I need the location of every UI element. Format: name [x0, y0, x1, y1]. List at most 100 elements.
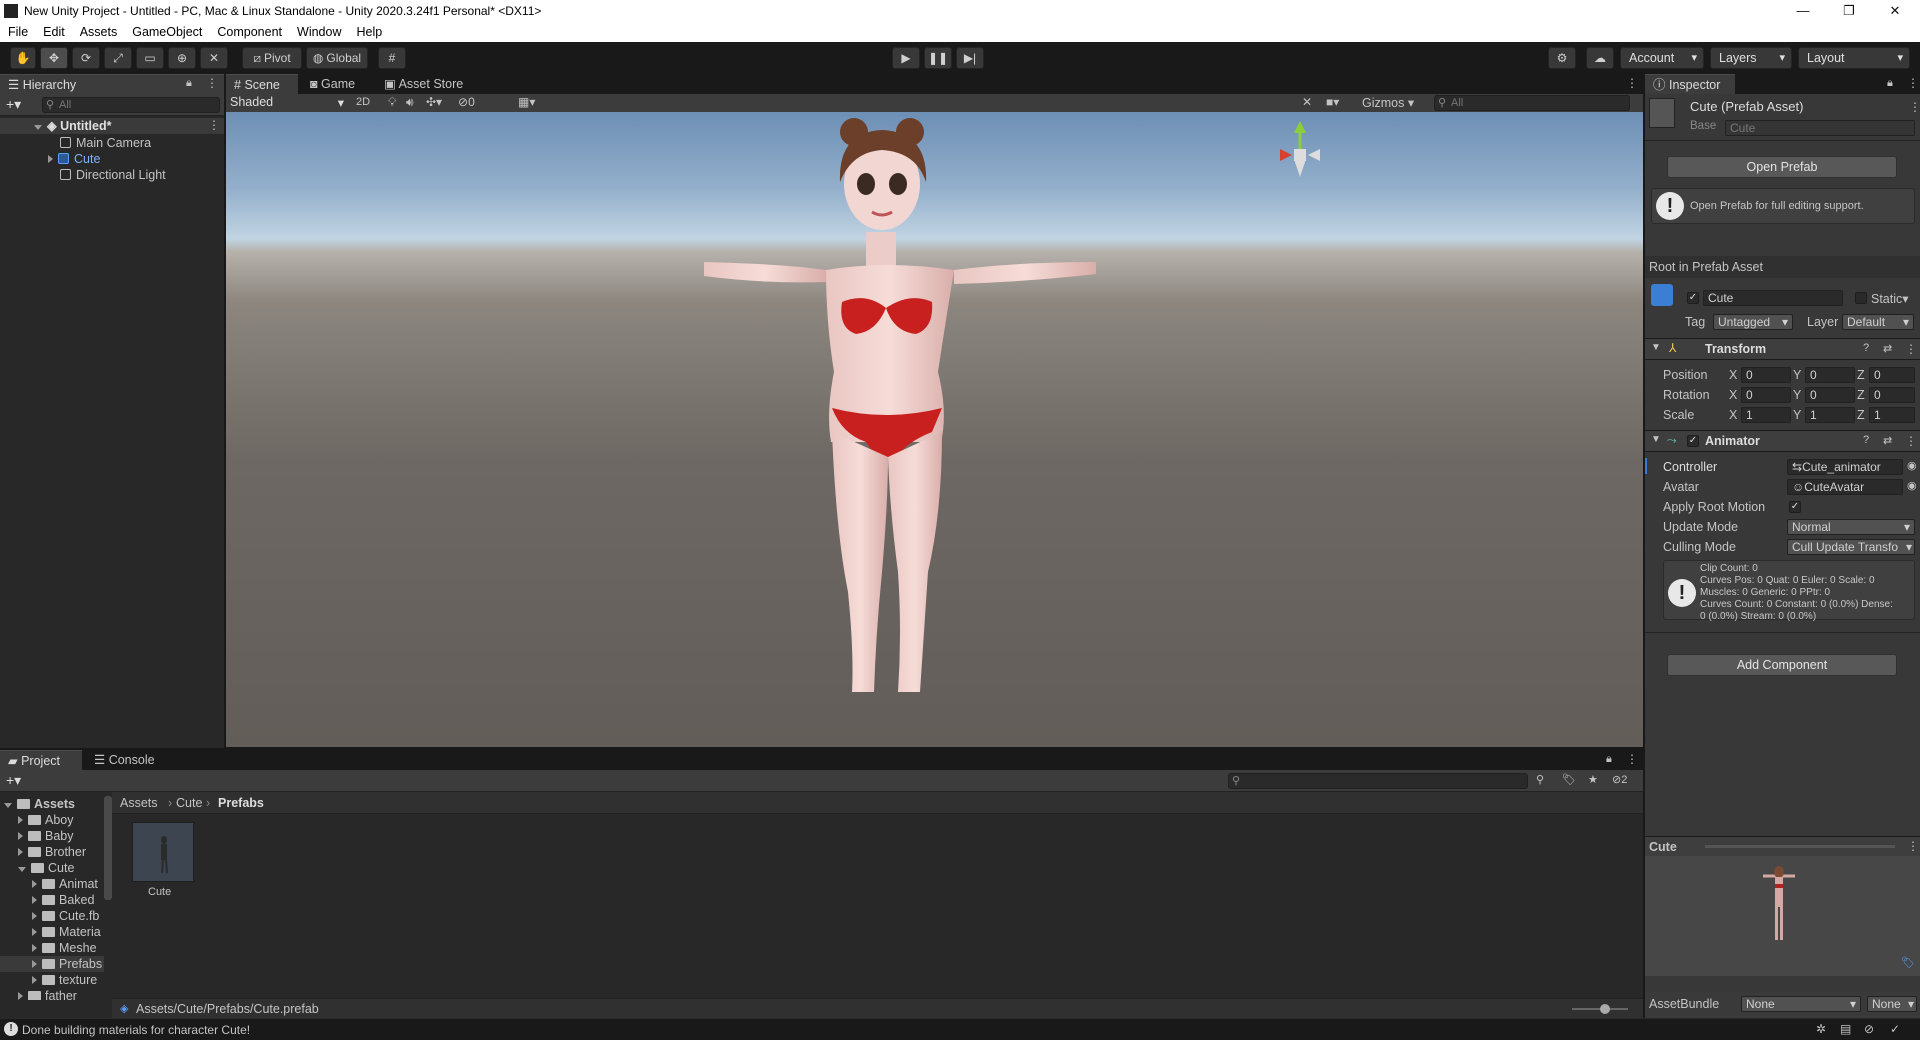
menu-component[interactable]: Component: [209, 22, 289, 39]
global-toggle[interactable]: ◍ Global: [306, 47, 368, 69]
culling-mode-dropdown[interactable]: Cull Update Transfo ▾: [1787, 539, 1915, 555]
expand-icon[interactable]: [4, 803, 12, 808]
camera-icon[interactable]: ■▾: [1326, 95, 1339, 109]
expand-icon[interactable]: [18, 867, 26, 872]
expand-icon[interactable]: [32, 880, 37, 888]
rotate-tool-icon[interactable]: ⟳: [72, 47, 100, 69]
menu-assets[interactable]: Assets: [72, 22, 125, 39]
tag-dropdown[interactable]: Untagged ▾: [1713, 314, 1793, 330]
lighting-icon[interactable]: 💡︎: [388, 95, 396, 110]
tab-inspector[interactable]: ⓘ Inspector: [1645, 74, 1735, 94]
help-icon[interactable]: ?: [1863, 342, 1869, 354]
preview-header[interactable]: Cute ⋮: [1645, 836, 1920, 856]
tab-game[interactable]: ◙ Game: [302, 74, 372, 94]
draw-mode-dropdown[interactable]: Shaded ▾: [230, 95, 346, 111]
transform-tool-icon[interactable]: ⊕: [168, 47, 196, 69]
project-folder-texture[interactable]: texture: [32, 972, 104, 988]
hierarchy-item-directional-light[interactable]: Directional Light: [60, 167, 166, 183]
project-folder-prefabs[interactable]: Prefabs: [0, 956, 104, 972]
static-dropdown[interactable]: Static▾: [1871, 291, 1909, 306]
layout-dropdown[interactable]: Layout: [1798, 47, 1910, 69]
search-by-type-icon[interactable]: ⚲: [1536, 773, 1544, 786]
name-field[interactable]: Cute: [1703, 290, 1843, 306]
hidden-packages-icon[interactable]: ⊘2: [1612, 773, 1627, 786]
scale-x-field[interactable]: 1: [1741, 407, 1791, 423]
project-folder-assets[interactable]: Assets: [4, 796, 104, 812]
object-picker-icon[interactable]: ◉: [1907, 459, 1917, 472]
expand-icon[interactable]: [18, 832, 23, 840]
project-folder-cute[interactable]: Cute: [18, 860, 104, 876]
hierarchy-search-input[interactable]: All: [42, 97, 220, 113]
collab-icon[interactable]: ⚙: [1548, 47, 1576, 69]
menu-file[interactable]: File: [0, 22, 35, 39]
position-y-field[interactable]: 0: [1805, 367, 1855, 383]
breadcrumb-prefabs[interactable]: Prefabs: [218, 796, 264, 810]
asset-menu-icon[interactable]: ⋮: [1909, 100, 1920, 114]
play-button[interactable]: ▶: [892, 47, 920, 69]
lock-icon[interactable]: 🔒︎: [1606, 753, 1612, 766]
tools-icon[interactable]: ✕: [1302, 95, 1312, 109]
animator-header[interactable]: ▼ ⤳ ✓ Animator ? ⇄ ⋮: [1645, 430, 1920, 452]
project-folder-materia[interactable]: Materia: [32, 924, 104, 940]
project-folder-meshe[interactable]: Meshe: [32, 940, 104, 956]
transform-header[interactable]: ▼ ⅄ Transform ? ⇄ ⋮: [1645, 338, 1920, 360]
minimize-button[interactable]: —: [1780, 0, 1826, 22]
scene-row[interactable]: ◈ Untitled* ⋮: [0, 118, 224, 134]
collab-status-icon[interactable]: ✓: [1890, 1022, 1900, 1036]
apply-root-motion-checkbox[interactable]: ✓: [1789, 501, 1801, 513]
scale-tool-icon[interactable]: ⤢: [104, 47, 132, 69]
preview-menu-icon[interactable]: ⋮: [1907, 839, 1919, 853]
restore-button[interactable]: ❐: [1826, 0, 1872, 22]
close-button[interactable]: ✕: [1872, 0, 1918, 22]
controller-field[interactable]: ⇆Cute_animator: [1787, 459, 1903, 475]
lock-icon[interactable]: 🔒︎: [1887, 77, 1893, 90]
label-tag-icon[interactable]: 🏷︎: [1901, 956, 1915, 969]
rotation-y-field[interactable]: 0: [1805, 387, 1855, 403]
scene-orientation-gizmo[interactable]: [1280, 121, 1320, 177]
help-icon[interactable]: ?: [1863, 434, 1869, 446]
hierarchy-item-cute[interactable]: Cute: [48, 151, 100, 167]
component-menu-icon[interactable]: ⋮: [1905, 434, 1917, 448]
position-z-field[interactable]: 0: [1869, 367, 1915, 383]
breadcrumb-cute[interactable]: Cute: [176, 796, 202, 810]
scene-viewport[interactable]: [226, 112, 1643, 747]
status-message[interactable]: Done building materials for character Cu…: [22, 1023, 250, 1037]
layers-dropdown[interactable]: Layers: [1710, 47, 1792, 69]
grid-snap-icon[interactable]: #: [378, 47, 406, 69]
object-picker-icon[interactable]: ◉: [1907, 479, 1917, 492]
custom-tool-icon[interactable]: ✕: [200, 47, 228, 69]
create-plus-icon[interactable]: +▾: [6, 772, 21, 789]
project-folder-aboy[interactable]: Aboy: [18, 812, 104, 828]
menu-help[interactable]: Help: [348, 22, 389, 39]
menu-gameobject[interactable]: GameObject: [124, 22, 209, 39]
progress-icon[interactable]: ▤: [1840, 1022, 1851, 1036]
step-button[interactable]: ▶|: [956, 47, 984, 69]
rotation-z-field[interactable]: 0: [1869, 387, 1915, 403]
tab-scene[interactable]: # Scene: [226, 74, 298, 94]
expand-icon[interactable]: [32, 976, 37, 984]
create-plus-icon[interactable]: +▾: [6, 96, 21, 113]
pause-button[interactable]: ❚❚: [924, 47, 952, 69]
lock-icon[interactable]: 🔒︎: [186, 77, 192, 90]
active-checkbox[interactable]: ✓: [1687, 292, 1699, 304]
toggle-2d-button[interactable]: 2D: [356, 96, 370, 108]
presets-icon[interactable]: ⇄: [1883, 342, 1892, 355]
grid-icon[interactable]: ▦▾: [518, 95, 535, 109]
tab-project[interactable]: ▰ Project: [0, 750, 82, 770]
collapse-icon[interactable]: ▼: [1651, 434, 1661, 445]
assetbundle-dropdown[interactable]: None ▾: [1741, 996, 1861, 1012]
project-folder-brother[interactable]: Brother: [18, 844, 104, 860]
expand-icon[interactable]: [18, 816, 23, 824]
rect-tool-icon[interactable]: ▭: [136, 47, 164, 69]
layer-dropdown[interactable]: Default ▾: [1842, 314, 1914, 330]
asset-thumbnail-cute[interactable]: [132, 822, 194, 882]
audio-icon[interactable]: 🔊︎: [406, 95, 414, 110]
presets-icon[interactable]: ⇄: [1883, 434, 1892, 447]
expand-icon[interactable]: [32, 896, 37, 904]
more-options-icon[interactable]: ⋮: [1626, 752, 1638, 766]
project-search-input[interactable]: [1228, 773, 1528, 789]
scale-y-field[interactable]: 1: [1805, 407, 1855, 423]
debug-icon[interactable]: ✲: [1816, 1022, 1826, 1036]
expand-icon[interactable]: [32, 912, 37, 920]
project-folder-cute-fb[interactable]: Cute.fb: [32, 908, 104, 924]
